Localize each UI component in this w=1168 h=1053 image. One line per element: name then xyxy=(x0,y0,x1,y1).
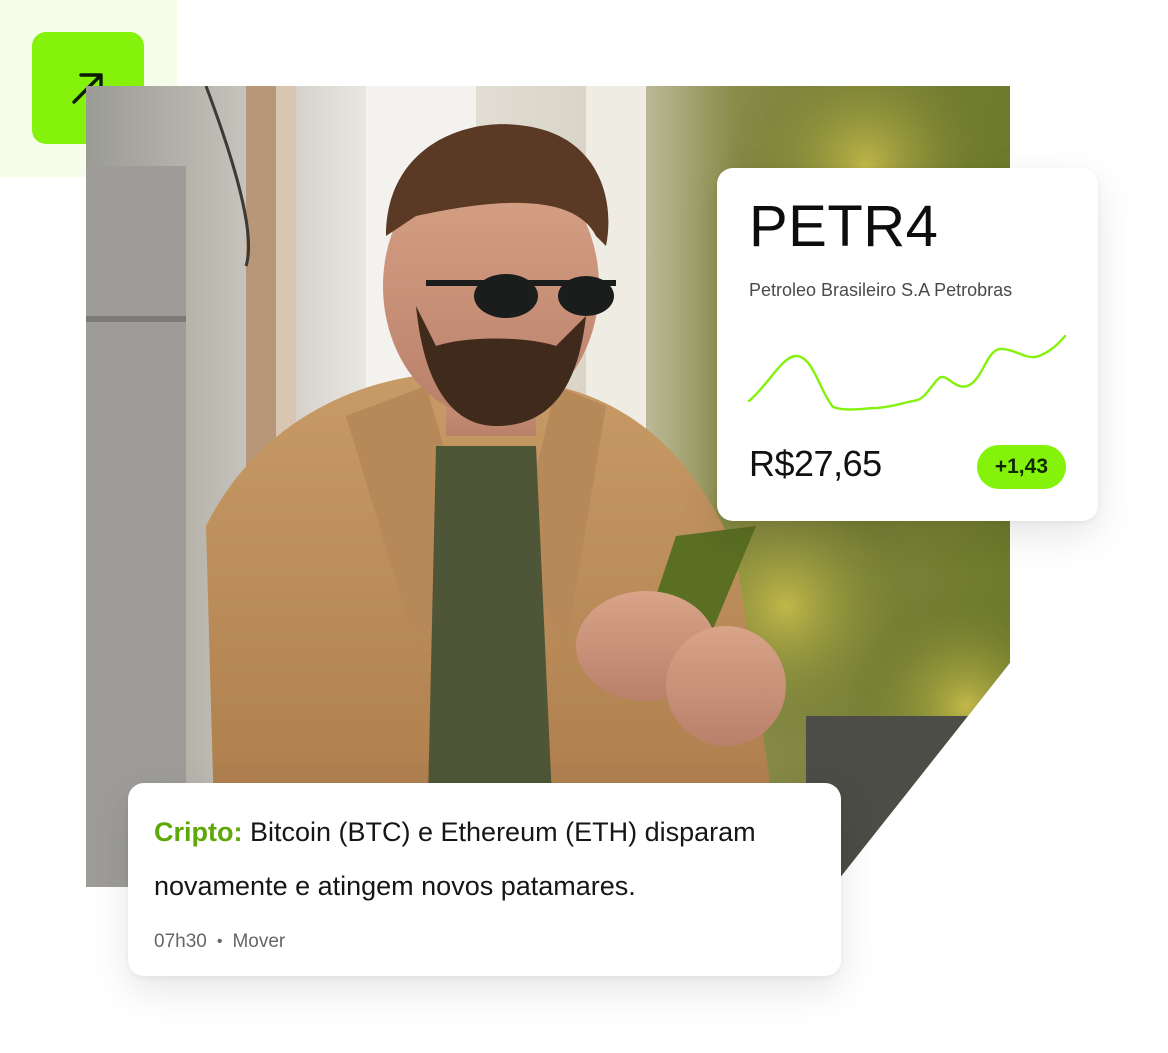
news-headline-text: Bitcoin (BTC) e Ethereum (ETH) disparam … xyxy=(154,817,756,901)
news-source: Mover xyxy=(232,931,286,952)
news-time: 07h30 xyxy=(154,931,207,952)
news-headline[interactable]: Cripto: Bitcoin (BTC) e Ethereum (ETH) d… xyxy=(154,805,824,913)
stock-company-name: Petroleo Brasileiro S.A Petrobras xyxy=(749,280,1013,300)
sparkline-chart xyxy=(747,334,1067,411)
meta-separator: • xyxy=(216,933,223,950)
price-change-badge: +1,43 xyxy=(976,445,1066,489)
stock-ticker: PETR4 xyxy=(749,194,939,259)
stock-card[interactable]: PETR4 Petroleo Brasileiro S.A Petrobras … xyxy=(717,168,1098,521)
news-card[interactable]: Cripto: Bitcoin (BTC) e Ethereum (ETH) d… xyxy=(128,783,841,976)
news-meta: 07h30 • Mover xyxy=(154,931,285,953)
news-category: Cripto: xyxy=(154,817,243,847)
stock-price: R$27,65 xyxy=(749,443,882,484)
